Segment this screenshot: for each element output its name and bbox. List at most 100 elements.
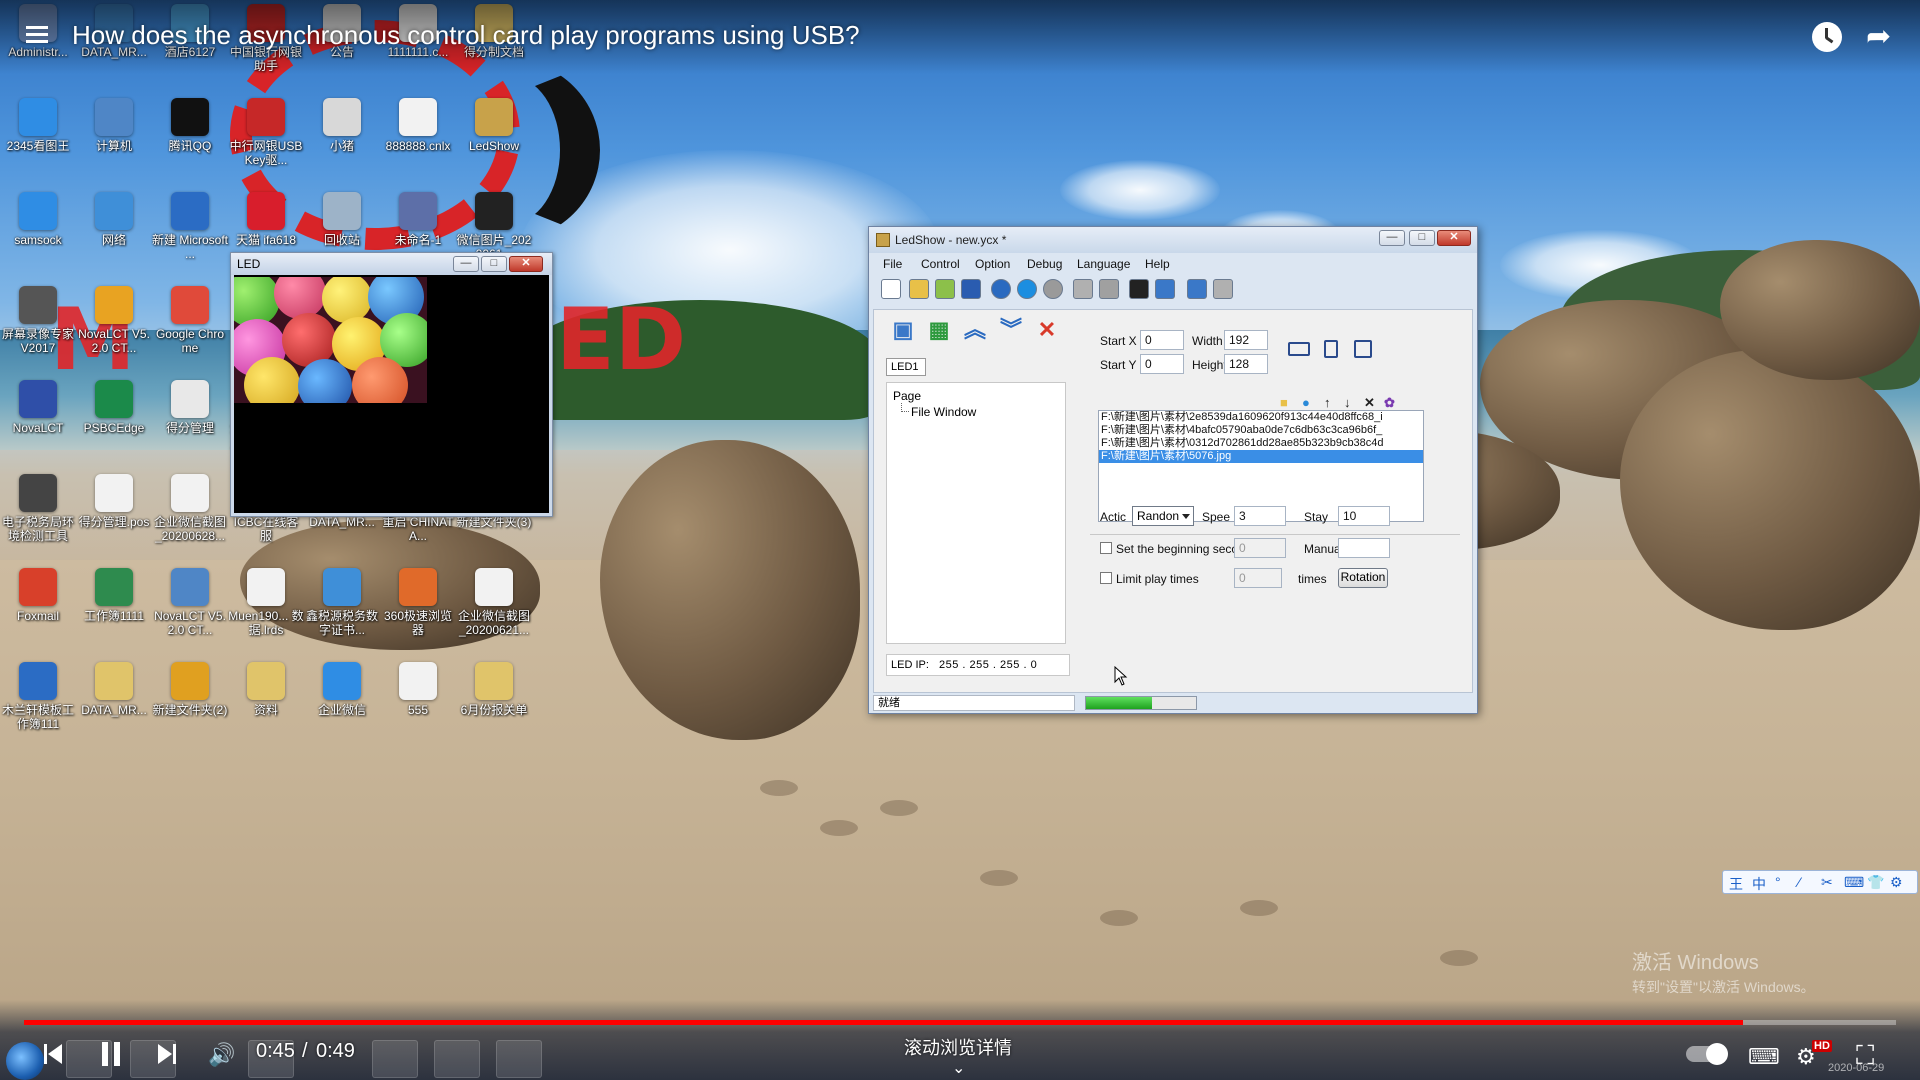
file-list-item[interactable]: F:\新建\图片\素材\5076.jpg (1099, 450, 1423, 463)
pause-icon[interactable] (102, 1042, 122, 1066)
menu-icon[interactable] (26, 24, 52, 46)
led-ip-value[interactable]: 255 . 255 . 255 . 0 (939, 659, 1037, 671)
desktop-icon[interactable]: 回收站 (304, 192, 380, 247)
file-list-item[interactable]: F:\新建\图片\素材\4bafc05790aba0de7c6db63c3ca9… (1099, 424, 1423, 437)
desktop-icon[interactable]: 得分管理 (152, 380, 228, 435)
file-up-icon[interactable]: ↑ (1324, 396, 1338, 410)
menu-help[interactable]: Help (1145, 257, 1170, 271)
save-icon[interactable] (961, 279, 981, 299)
open-recent-icon[interactable] (935, 279, 955, 299)
add-file-icon[interactable]: ■ (1280, 396, 1294, 410)
add-page-icon[interactable]: ▣ (890, 318, 916, 342)
width-input[interactable]: 192 (1224, 330, 1268, 350)
desktop-icon[interactable]: 企业微信截图_20200628... (152, 474, 228, 543)
desktop-icon[interactable]: 360极速浏览器 (380, 568, 456, 637)
ledshow-window[interactable]: LedShow - new.ycx * — □ ✕ File Control O… (868, 226, 1478, 714)
menu-control[interactable]: Control (921, 257, 960, 271)
desktop-icon[interactable]: 中行网银USBKey驱... (228, 98, 304, 167)
power-icon[interactable] (1213, 279, 1233, 299)
led-preview-window[interactable]: LED — □ ✕ (230, 252, 553, 517)
brush-icon[interactable] (1099, 279, 1119, 299)
file-list-item[interactable]: F:\新建\图片\素材\0312d702861dd28ae85b323b9cb3… (1099, 437, 1423, 450)
desktop-icon[interactable]: 微信图片_2020061... (456, 192, 532, 261)
desktop-icon[interactable]: 小猪 (304, 98, 380, 153)
menu-language[interactable]: Language (1077, 257, 1130, 271)
beginning-seconds-input[interactable]: 0 (1234, 538, 1286, 558)
tree-node-file-window[interactable]: File Window (911, 405, 976, 419)
menu-debug[interactable]: Debug (1027, 257, 1062, 271)
windows-start-icon[interactable] (6, 1042, 44, 1080)
desktop-icon[interactable]: PSBCEdge (76, 380, 152, 435)
file-delete-icon[interactable]: ✕ (1364, 396, 1378, 410)
watch-later-icon[interactable] (1812, 22, 1842, 52)
move-down-icon[interactable]: ︾ (998, 318, 1024, 342)
ime-chinese-mode-icon[interactable]: 中 (1752, 874, 1766, 894)
height-input[interactable]: 128 (1224, 354, 1268, 374)
limit-play-input[interactable]: 0 (1234, 568, 1282, 588)
desktop-icon[interactable]: 得分管理.pos (76, 474, 152, 529)
ime-toolbar[interactable]: 王中 ° ⁄ ✂ ⌨ 👕 ⚙ (1722, 870, 1918, 894)
ledshow-titlebar[interactable]: LedShow - new.ycx * — □ ✕ (869, 227, 1477, 253)
speed-input[interactable]: 3 (1234, 506, 1286, 526)
desktop-icon[interactable]: 企业微信 (304, 662, 380, 717)
autoplay-toggle[interactable] (1686, 1043, 1728, 1065)
ime-settings-icon[interactable]: ⚙ (1890, 874, 1903, 891)
play-icon[interactable] (1017, 279, 1037, 299)
desktop-icon[interactable]: 未命名-1 (380, 192, 456, 247)
next-icon[interactable] (158, 1044, 176, 1064)
desktop-icon[interactable]: 资料 (228, 662, 304, 717)
menu-file[interactable]: File (883, 257, 902, 271)
desktop-icon[interactable]: 新建文件夹(2) (152, 662, 228, 717)
desktop-icon[interactable]: 屏幕录像专家V2017 (0, 286, 76, 355)
desktop-icon[interactable]: Google Chrome (152, 286, 228, 355)
action-select[interactable]: Randon (1132, 506, 1194, 526)
desktop-icon[interactable]: 木兰轩模板工作簿111 (0, 662, 76, 731)
ime-punctuation-icon[interactable]: ° (1775, 874, 1781, 890)
fit-height-icon[interactable] (1324, 340, 1338, 358)
desktop-icon[interactable]: 6月份报关单 (456, 662, 532, 717)
monitor-icon[interactable] (1155, 279, 1175, 299)
fit-screen-icon[interactable] (1354, 340, 1372, 358)
ledshow-minimize-button[interactable]: — (1379, 230, 1405, 246)
chevron-down-icon[interactable]: ⌄ (952, 1058, 965, 1078)
file-down-icon[interactable]: ↓ (1344, 396, 1358, 410)
scroll-details-caption[interactable]: 滚动浏览详情 (904, 1034, 1012, 1060)
led-maximize-button[interactable]: □ (481, 256, 507, 272)
desktop-icon[interactable]: 电子税务局环境检测工具 (0, 474, 76, 543)
led-ip-field[interactable]: LED IP: 255 . 255 . 255 . 0 (886, 654, 1070, 676)
video-timeline[interactable] (24, 1020, 1896, 1025)
rotation-button[interactable]: Rotation (1338, 568, 1388, 588)
start-x-input[interactable]: 0 (1140, 330, 1184, 350)
share-icon[interactable]: ➦ (1866, 22, 1898, 52)
ime-handwrite-icon[interactable]: ⁄ (1798, 874, 1800, 890)
led-window-titlebar[interactable]: LED — □ ✕ (231, 253, 552, 275)
taskbar-app-qq[interactable] (434, 1040, 480, 1078)
desktop-icon[interactable]: 新建 Microsoft ... (152, 192, 228, 261)
beginning-checkbox[interactable] (1100, 542, 1112, 554)
start-y-input[interactable]: 0 (1140, 354, 1184, 374)
led-close-button[interactable]: ✕ (509, 256, 543, 272)
ime-skin-icon[interactable]: 👕 (1867, 874, 1884, 891)
globe-icon[interactable]: ● (1302, 396, 1316, 410)
desktop-icon[interactable]: 腾讯QQ (152, 98, 228, 153)
controller-icon[interactable] (1129, 279, 1149, 299)
desktop-icon[interactable]: DATA_MR... (76, 662, 152, 717)
taskbar-app-ledshow[interactable] (496, 1040, 542, 1078)
desktop-icon[interactable]: 网络 (76, 192, 152, 247)
clear-icon[interactable]: ✿ (1384, 396, 1398, 410)
move-up-icon[interactable]: ︽ (962, 318, 988, 342)
previous-icon[interactable] (44, 1044, 62, 1064)
desktop-icon[interactable]: 555 (380, 662, 456, 717)
manual-input[interactable] (1338, 538, 1390, 558)
taskbar-app-word[interactable] (372, 1040, 418, 1078)
limit-play-checkbox[interactable] (1100, 572, 1112, 584)
desktop-icon[interactable]: samsock (0, 192, 76, 247)
stop-icon[interactable] (1043, 279, 1063, 299)
fit-width-icon[interactable] (1288, 342, 1310, 356)
desktop-icon[interactable]: 工作簿1111 (76, 568, 152, 623)
desktop-icon[interactable]: LedShow (456, 98, 532, 153)
led-screen-tab[interactable]: LED1 (886, 358, 926, 376)
desktop-icon[interactable]: 企业微信截图_20200621... (456, 568, 532, 637)
volume-icon[interactable]: 🔊 (208, 1044, 236, 1066)
delete-icon[interactable]: ✕ (1034, 318, 1060, 342)
